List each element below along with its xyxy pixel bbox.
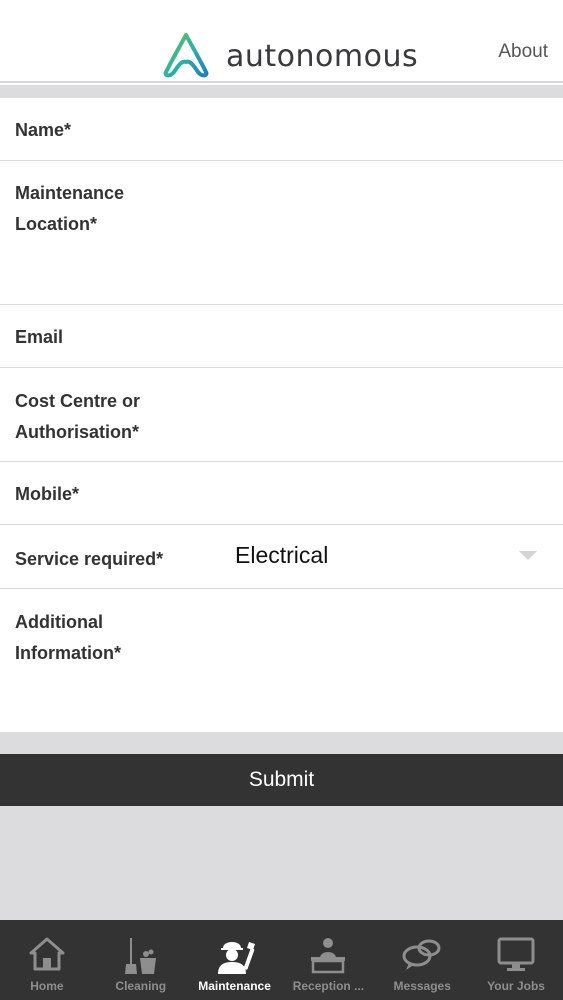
tab-maintenance[interactable]: Maintenance <box>188 920 282 1000</box>
messages-icon <box>402 939 441 970</box>
maintenance-location-field[interactable]: Maintenance Location* <box>0 161 563 305</box>
tab-label: Maintenance <box>198 979 271 993</box>
email-field[interactable]: Email <box>0 305 563 368</box>
monitor-icon <box>497 937 535 971</box>
chevron-down-icon[interactable] <box>519 551 537 560</box>
spacer <box>0 85 563 98</box>
autonomous-logo-icon <box>163 33 209 78</box>
app-header: autonomous About <box>0 0 563 83</box>
email-label: Email <box>15 327 64 347</box>
maintenance-location-label: Maintenance Location* <box>15 183 125 234</box>
tab-cleaning[interactable]: Cleaning <box>94 920 188 1000</box>
maintenance-form: Name* Maintenance Location* Email Cost C… <box>0 98 563 731</box>
cleaning-icon <box>124 938 156 974</box>
mobile-field[interactable]: Mobile* <box>0 462 563 525</box>
spacer <box>0 806 563 920</box>
mobile-input[interactable] <box>230 462 563 524</box>
tab-label: Your Jobs <box>487 979 545 993</box>
tab-home[interactable]: Home <box>0 920 94 1000</box>
name-field[interactable]: Name* <box>0 98 563 161</box>
home-icon <box>29 937 65 971</box>
tab-messages[interactable]: Messages <box>375 920 469 1000</box>
tab-label: Cleaning <box>115 979 167 993</box>
additional-information-input[interactable] <box>230 589 563 731</box>
tab-reception[interactable]: Reception ... <box>281 920 375 1000</box>
about-link[interactable]: About <box>498 41 548 63</box>
maintenance-worker-icon <box>217 942 255 974</box>
service-required-select[interactable]: Electrical <box>235 542 328 569</box>
reception-desk-icon <box>311 938 346 974</box>
name-label: Name* <box>15 120 72 140</box>
name-input[interactable] <box>230 98 563 160</box>
additional-information-label: Additional Information* <box>15 612 121 663</box>
spacer <box>0 732 563 754</box>
additional-information-field[interactable]: Additional Information* <box>0 589 563 731</box>
tab-label: Reception ... <box>292 979 365 993</box>
tab-label: Home <box>30 979 64 993</box>
cost-centre-label: Cost Centre or Authorisation* <box>15 391 141 442</box>
mobile-label: Mobile* <box>15 484 80 504</box>
tab-label: Messages <box>393 979 451 993</box>
maintenance-location-input[interactable] <box>230 161 563 304</box>
cost-centre-input[interactable] <box>230 368 563 461</box>
tab-your-jobs[interactable]: Your Jobs <box>469 920 563 1000</box>
service-required-label: Service required* <box>15 549 164 569</box>
cost-centre-field[interactable]: Cost Centre or Authorisation* <box>0 368 563 462</box>
submit-button[interactable]: Submit <box>0 754 563 806</box>
brand-name: autonomous <box>226 39 419 74</box>
email-input[interactable] <box>230 305 563 367</box>
service-required-field[interactable]: Service required* Electrical <box>0 525 563 589</box>
bottom-tab-bar: Home Cleaning Maintenance Reception ... <box>0 920 563 1000</box>
